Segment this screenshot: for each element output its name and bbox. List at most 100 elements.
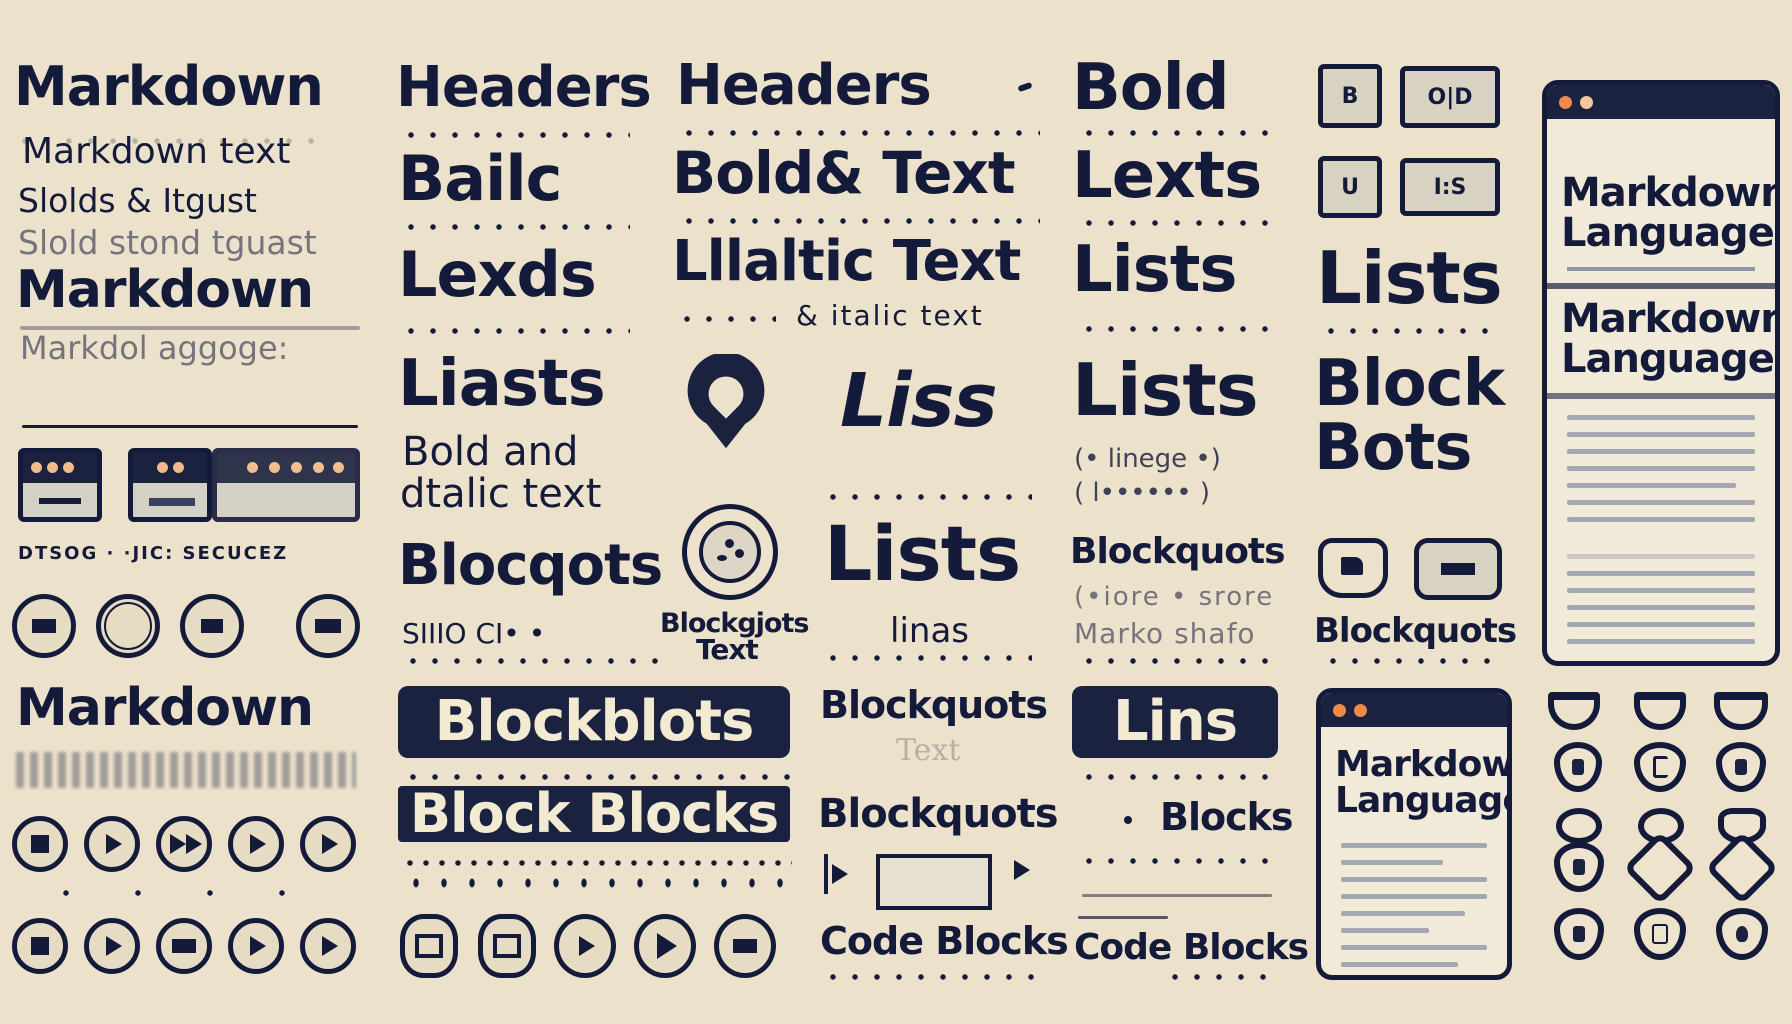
window-title: Markdown Language (1335, 744, 1512, 821)
divider (1567, 267, 1755, 271)
item-blocqots: Blocqots (398, 533, 663, 598)
play-icon[interactable] (634, 914, 696, 978)
leaf-badge-icon (1556, 808, 1602, 844)
play-icon[interactable] (84, 918, 140, 974)
caption-garbled: DTSOG · ·JIC: SECUCEZ (18, 543, 289, 564)
code-toggle-icon[interactable] (1414, 538, 1502, 600)
dotted-divider (678, 130, 1040, 136)
shield-badge-icon (1554, 742, 1602, 792)
garbled-text-2: Slold stond tguast (18, 223, 317, 262)
emoji-icon[interactable] (96, 594, 160, 658)
pill-blockblots[interactable]: Blockblots (398, 686, 790, 758)
stop-wide-icon[interactable] (156, 918, 212, 974)
divider-rule (1078, 916, 1168, 919)
item-code-blocks: Code Blocks (1074, 927, 1309, 968)
fast-forward-icon[interactable] (156, 816, 212, 872)
item-bold-and-text: Bold& Text (672, 139, 1016, 207)
window-title-2: Markdown Language (1561, 296, 1780, 382)
item-lists-sub-2: ( l•••••• ) (1074, 478, 1211, 508)
dotted-divider (1078, 220, 1278, 226)
item-lists: Lists (1072, 233, 1237, 307)
item-lists-2: Lists (1072, 348, 1259, 432)
dotted-divider (1078, 130, 1278, 136)
document-icon[interactable] (400, 914, 458, 978)
item-bailc: Bailc (398, 142, 562, 215)
shield-badge-icon (1634, 908, 1686, 960)
toggle-format-button[interactable]: O|D (1400, 66, 1500, 128)
document-window-preview-large: Markdown Language Markdown Language (1542, 80, 1780, 666)
dotted-divider (400, 224, 630, 230)
item-bold-and: Bold and (402, 429, 579, 475)
text-lines-placeholder (1341, 843, 1487, 975)
dotted-divider (822, 655, 1032, 661)
item-blocks: Blocks (1160, 795, 1294, 839)
dotted-divider (822, 494, 1032, 500)
item-blockquots: Blockquots (1314, 611, 1517, 651)
item-and-italic-text: & italic text (796, 299, 984, 332)
dotted-divider (400, 132, 630, 138)
divider (1547, 283, 1775, 289)
play-icon[interactable] (228, 816, 284, 872)
item-blockquots: Blockquots (1070, 531, 1286, 572)
shield-badge-icon (1554, 842, 1604, 892)
document-icon[interactable] (478, 914, 536, 978)
dotted-divider (822, 974, 1042, 980)
item-liss: Liss (840, 358, 998, 444)
dotted-divider (678, 218, 1040, 224)
stop-icon[interactable] (12, 816, 68, 872)
send-icon[interactable] (554, 914, 616, 978)
blurred-text-line (16, 752, 356, 788)
item-italic-text: dtalic text (400, 471, 602, 517)
item-liasts: Liasts (398, 347, 606, 421)
dotted-divider (402, 860, 792, 866)
arrow-divider (402, 878, 792, 888)
item-lists: Lists (824, 509, 1021, 598)
bowtie-icon[interactable] (180, 594, 244, 658)
folder-icon[interactable] (714, 914, 776, 978)
pill-lins[interactable]: Lins (1072, 686, 1278, 758)
dotted-divider (1320, 328, 1500, 334)
dotted-divider (1164, 974, 1276, 980)
chat-bubble-icon[interactable] (12, 594, 76, 658)
chat-window-icon (18, 448, 102, 522)
dotted-divider (30, 890, 350, 896)
dotted-divider (1078, 658, 1278, 664)
item-linas: linas (890, 611, 969, 651)
heading-headers: Headers (396, 55, 652, 120)
text-lines-placeholder (1567, 415, 1755, 656)
code-block-frame (876, 854, 992, 910)
dotted-divider (1078, 858, 1278, 864)
underline-format-button[interactable]: U (1318, 156, 1382, 218)
send-icon[interactable] (1010, 860, 1044, 900)
heading-markdown-2: Markdown (16, 260, 314, 320)
item-blockquots-2: Blockquots (818, 791, 1059, 837)
shield-badge-icon (1716, 908, 1768, 960)
dotted-divider (1078, 774, 1278, 780)
play-icon[interactable] (228, 918, 284, 974)
list-format-button[interactable]: I:S (1400, 158, 1500, 216)
play-left-icon[interactable] (824, 854, 862, 894)
shield-top-icon (1548, 692, 1600, 730)
emoji-ring-icon (682, 504, 778, 600)
bold-format-button[interactable]: B (1318, 64, 1382, 128)
dash-mark (1017, 81, 1033, 93)
subtitle-markdown-text: Markdown text (22, 131, 291, 172)
chat-bubble-bowtie-icon[interactable] (296, 594, 360, 658)
dotted-divider (1322, 658, 1502, 664)
divider-rule (1082, 894, 1272, 897)
title-markdown: Markdown (14, 55, 324, 118)
dotted-divider (402, 658, 658, 664)
send-icon[interactable] (300, 816, 356, 872)
pill-block-blocks[interactable]: Block Blocks (398, 786, 790, 842)
item-bq-sub-2: Marko shafo (1074, 617, 1256, 650)
blockquote-icon[interactable] (1318, 538, 1388, 598)
diamond-badge-icon (1623, 831, 1697, 905)
stop-icon[interactable] (12, 918, 68, 974)
shield-badge-icon (1554, 908, 1604, 960)
item-lexts: Lexts (1072, 139, 1262, 213)
play-chat-icon[interactable] (84, 816, 140, 872)
dotted-divider (1078, 326, 1278, 332)
item-bots: Bots (1314, 411, 1472, 485)
location-pin-icon (687, 354, 765, 449)
play-icon[interactable] (300, 918, 356, 974)
